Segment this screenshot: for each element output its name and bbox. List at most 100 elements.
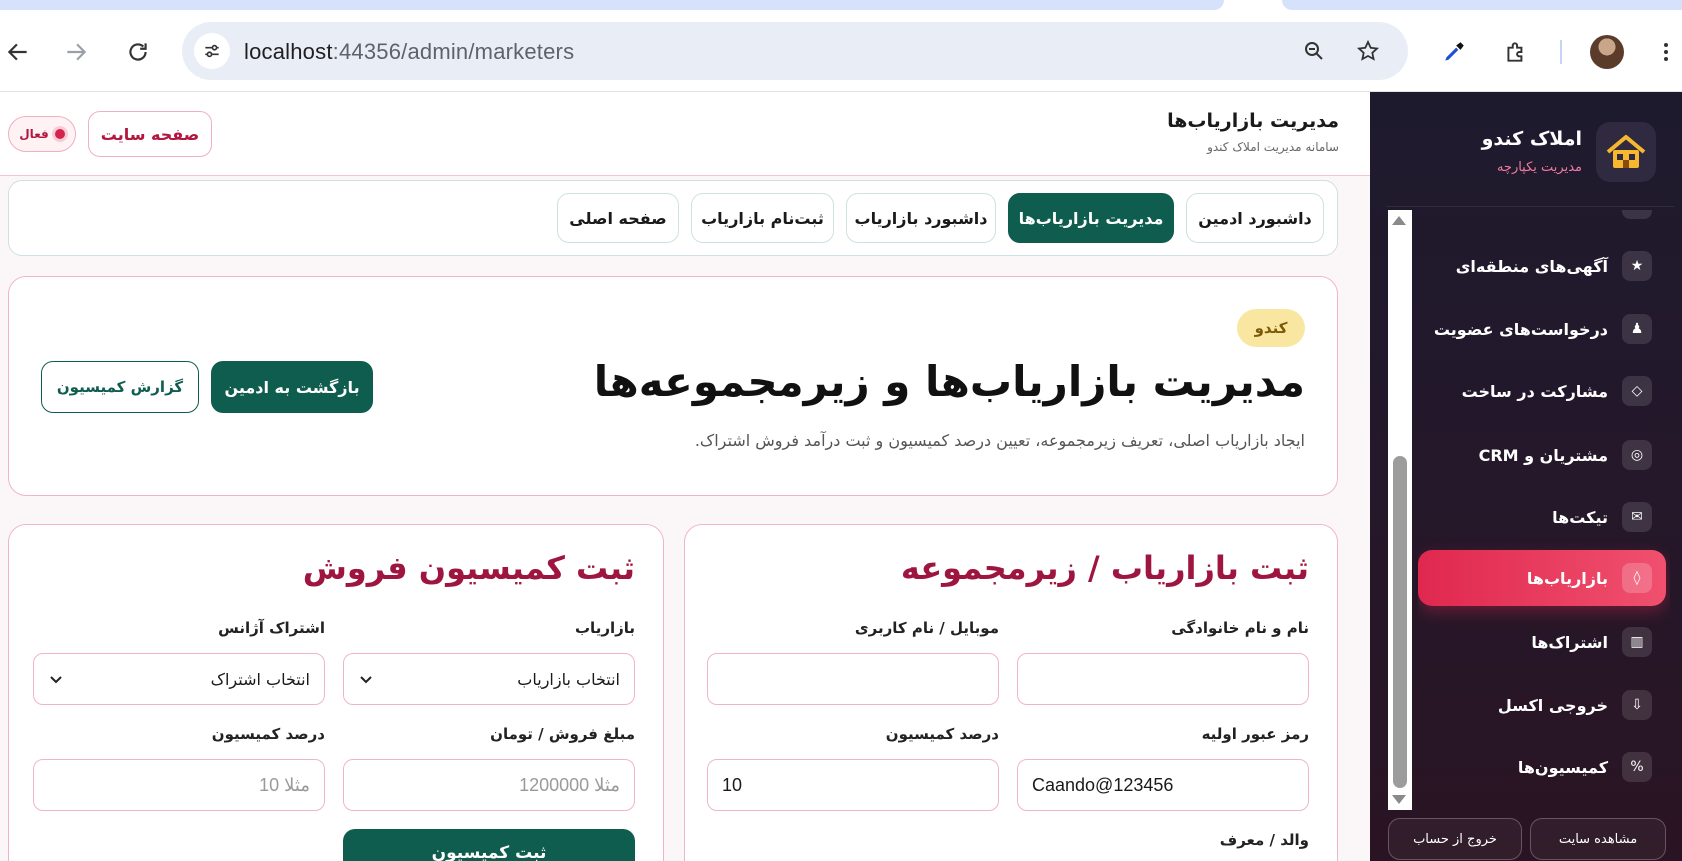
sidebar-item-crm[interactable]: مشتریان و CRM ◎	[1418, 427, 1666, 483]
sidebar-item-tickets[interactable]: تیکت‌ها ✉	[1418, 489, 1666, 545]
status-badge: فعال	[8, 116, 76, 152]
browser-toolbar: localhost:44356/admin/marketers	[0, 12, 1682, 92]
status-label: فعال	[19, 127, 49, 141]
back-to-admin-button[interactable]: بازگشت به ادمین	[211, 361, 373, 413]
page-title: مدیریت بازاریاب‌ها	[1167, 110, 1339, 132]
view-site-button[interactable]: مشاهده سایت	[1530, 818, 1666, 860]
main-content: مدیریت بازاریاب‌ها سامانه مدیریت املاک ک…	[0, 92, 1370, 861]
site-page-button[interactable]: صفحه سایت	[88, 111, 212, 157]
sidebar-item-label: خروجی اکسل	[1497, 695, 1608, 715]
star-icon: ★	[1622, 251, 1652, 281]
sidebar-item-partial[interactable]: ... •	[1418, 210, 1666, 232]
reload-icon[interactable]	[120, 34, 156, 70]
mobile-input[interactable]	[707, 653, 999, 705]
sidebar-item-label: اشتراک‌ها	[1531, 632, 1608, 652]
commission-percent-label: درصد کمیسیون	[885, 725, 999, 743]
sidebar-item-label: آگهی‌های منطقه‌ای	[1455, 256, 1608, 276]
toolbar-separator	[1560, 40, 1562, 64]
register-marketer-card: ثبت بازاریاب / زیرمجموعه نام و نام خانوا…	[684, 524, 1338, 861]
subscription-select[interactable]: انتخاب اشتراک	[33, 653, 325, 705]
nav-marketer-signup[interactable]: ثبت‌نام بازاریاب	[691, 193, 834, 243]
sidebar-item-label: مشتریان و CRM	[1478, 445, 1608, 465]
commission-report-button[interactable]: گزارش کمیسیون	[41, 361, 199, 413]
submit-commission-button[interactable]: ثبت کمیسیون	[343, 829, 635, 861]
hero-section: کندو مدیریت بازاریاب‌ها و زیرمجموعه‌ها ا…	[8, 276, 1338, 496]
browser-tab[interactable]	[1282, 0, 1682, 10]
marketer-select-value: انتخاب بازاریاب	[517, 669, 620, 689]
page-subtitle: سامانه مدیریت املاک کندو	[1207, 140, 1339, 154]
extensions-icon[interactable]	[1498, 34, 1534, 70]
chevron-down-icon	[360, 676, 372, 684]
columns-icon: ▥	[1622, 627, 1652, 657]
sidebar-item-subscriptions[interactable]: اشتراک‌ها ▥	[1418, 614, 1666, 670]
percent-icon: %	[1622, 752, 1652, 782]
commission-card: ثبت کمیسیون فروش بازاریاب انتخاب بازاریا…	[8, 524, 664, 861]
status-dot-icon	[54, 129, 65, 139]
brand-logo	[1596, 122, 1656, 182]
eyedropper-icon[interactable]	[1436, 34, 1472, 70]
page-header: مدیریت بازاریاب‌ها سامانه مدیریت املاک ک…	[0, 92, 1370, 176]
marketer-select[interactable]: انتخاب بازاریاب	[343, 653, 635, 705]
sidebar-item-label: مشارکت در ساخت	[1461, 381, 1608, 401]
subscription-select-value: انتخاب اشتراک	[210, 669, 310, 689]
sidebar-item-regional-ads[interactable]: آگهی‌های منطقه‌ای ★	[1418, 238, 1666, 294]
sidebar-item-construction-partnership[interactable]: مشارکت در ساخت ◇	[1418, 363, 1666, 419]
sale-amount-label: مبلغ فروش / تومان	[490, 725, 635, 743]
mobile-label: موبایل / نام کاربری	[854, 619, 999, 637]
target-icon: ◎	[1622, 440, 1652, 470]
site-settings-icon[interactable]	[194, 33, 230, 69]
hero-title: مدیریت بازاریاب‌ها و زیرمجموعه‌ها	[593, 357, 1305, 406]
subscription-label: اشتراک آژانس	[218, 619, 325, 637]
url-text[interactable]: localhost:44356/admin/marketers	[244, 39, 574, 65]
tab-strip	[0, 0, 1682, 12]
percent-label: درصد کمیسیون	[211, 725, 325, 743]
person-icon: ♟	[1622, 314, 1652, 344]
hero-description: ایجاد بازاریاب اصلی، تعریف زیرمجموعه، تع…	[694, 431, 1305, 450]
back-icon[interactable]	[0, 34, 36, 70]
download-icon: ⇩	[1622, 690, 1652, 720]
zoom-icon[interactable]	[1296, 33, 1332, 69]
nav-marketers-management[interactable]: مدیریت بازاریاب‌ها	[1008, 193, 1174, 243]
sidebar-item-label: بازاریاب‌ها	[1526, 568, 1608, 588]
sidebar-nav: ... • آگهی‌های منطقه‌ای ★ درخواست‌های عض…	[1418, 210, 1670, 810]
scrollbar-thumb[interactable]	[1393, 456, 1407, 788]
sidebar-item-excel-export[interactable]: خروجی اکسل ⇩	[1418, 677, 1666, 733]
browser-tab[interactable]	[0, 0, 1224, 10]
nav-home-page[interactable]: صفحه اصلی	[557, 193, 679, 243]
profile-avatar[interactable]	[1590, 35, 1624, 69]
brand-title: املاک کندو	[1481, 128, 1582, 150]
sidebar-scrollbar[interactable]	[1388, 210, 1412, 810]
sidebar-divider	[1386, 206, 1674, 207]
sidebar-item-membership-requests[interactable]: درخواست‌های عضویت ♟	[1418, 301, 1666, 357]
sidebar-item-label: ...	[1590, 210, 1608, 214]
commission-percent-input[interactable]	[707, 759, 999, 811]
scroll-up-arrow-icon[interactable]	[1392, 216, 1406, 225]
brand-badge: کندو	[1237, 309, 1305, 347]
diamond-small-icon: ◊	[1622, 563, 1652, 593]
sidebar: املاک کندو مدیریت یکپارچه ... • آگهی‌های…	[1370, 92, 1682, 861]
sidebar-item-label: تیکت‌ها	[1552, 507, 1608, 527]
password-input[interactable]	[1017, 759, 1309, 811]
percent-input[interactable]	[33, 759, 325, 811]
commission-card-title: ثبت کمیسیون فروش	[302, 549, 635, 587]
sale-amount-input[interactable]	[343, 759, 635, 811]
parent-label: والد / معرف	[1219, 831, 1309, 849]
fullname-label: نام و نام خانوادگی	[1171, 619, 1309, 637]
sidebar-item-marketers[interactable]: بازاریاب‌ها ◊	[1418, 550, 1666, 606]
sidebar-item-label: درخواست‌های عضویت	[1433, 319, 1608, 339]
fullname-input[interactable]	[1017, 653, 1309, 705]
nav-marketer-dashboard[interactable]: داشبورد بازاریاب	[846, 193, 996, 243]
chevron-down-icon	[50, 676, 62, 684]
mail-icon: ✉	[1622, 502, 1652, 532]
bookmark-star-icon[interactable]	[1350, 33, 1386, 69]
password-label: رمز عبور اولیه	[1201, 725, 1309, 743]
top-navigation: داشبورد ادمین مدیریت بازاریاب‌ها داشبورد…	[8, 180, 1338, 256]
logout-button[interactable]: خروج از حساب	[1388, 818, 1522, 860]
forward-icon[interactable]	[58, 34, 94, 70]
address-bar[interactable]: localhost:44356/admin/marketers	[182, 22, 1408, 80]
partial-icon: •	[1622, 210, 1652, 219]
sidebar-item-commissions[interactable]: کمیسیون‌ها %	[1418, 739, 1666, 795]
nav-admin-dashboard[interactable]: داشبورد ادمین	[1186, 193, 1324, 243]
kebab-menu-icon[interactable]	[1648, 34, 1682, 70]
scroll-down-arrow-icon[interactable]	[1392, 795, 1406, 804]
